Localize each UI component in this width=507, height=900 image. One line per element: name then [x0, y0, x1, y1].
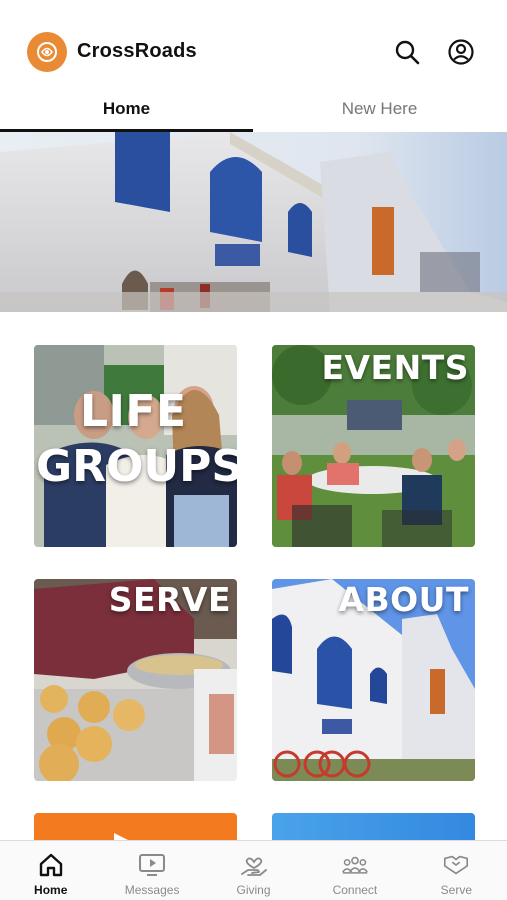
account-button[interactable] [446, 37, 476, 67]
crossroads-logo[interactable] [27, 32, 67, 72]
search-icon [395, 40, 420, 65]
bottom-tab-bar: Home Messages Giving Connect Serve [0, 840, 507, 900]
logo-icon [37, 42, 57, 62]
giving-hand-heart-icon [240, 851, 268, 879]
tabbar-label-messages: Messages [124, 883, 180, 897]
tab-new-here[interactable]: New Here [253, 86, 506, 132]
tile-life-groups[interactable]: LIFE GROUPS [34, 345, 237, 547]
app-header: CrossRoads [0, 0, 507, 86]
tile-about[interactable]: ABOUT [272, 579, 475, 781]
hero-banner-image [0, 132, 507, 312]
account-icon [448, 39, 474, 65]
top-tabs: Home New Here [0, 86, 507, 132]
tile-label-about: ABOUT [338, 580, 469, 619]
tile-label-events: EVENTS [321, 348, 469, 387]
tile-serve[interactable]: SERVE [34, 579, 237, 781]
serve-handshake-icon [442, 851, 470, 879]
search-button[interactable] [392, 37, 422, 67]
tile-events[interactable]: EVENTS [272, 345, 475, 547]
connect-people-icon [341, 851, 369, 879]
tabbar-label-home: Home [34, 883, 68, 897]
home-icon [37, 851, 65, 879]
messages-tv-icon [138, 851, 166, 879]
tabbar-item-home[interactable]: Home [0, 841, 101, 900]
tile-label-serve: SERVE [108, 580, 231, 619]
tile-label-groups: GROUPS [36, 441, 237, 492]
tab-home[interactable]: Home [0, 86, 253, 132]
tile-label-life: LIFE [80, 386, 187, 437]
tabbar-item-messages[interactable]: Messages [101, 841, 202, 900]
tabbar-label-serve: Serve [440, 883, 472, 897]
tabbar-item-serve[interactable]: Serve [406, 841, 507, 900]
tabbar-label-giving: Giving [236, 883, 271, 897]
tabbar-item-connect[interactable]: Connect [304, 841, 405, 900]
app-name: CrossRoads [77, 40, 197, 62]
tabbar-item-giving[interactable]: Giving [203, 841, 304, 900]
tabbar-label-connect: Connect [332, 883, 378, 897]
